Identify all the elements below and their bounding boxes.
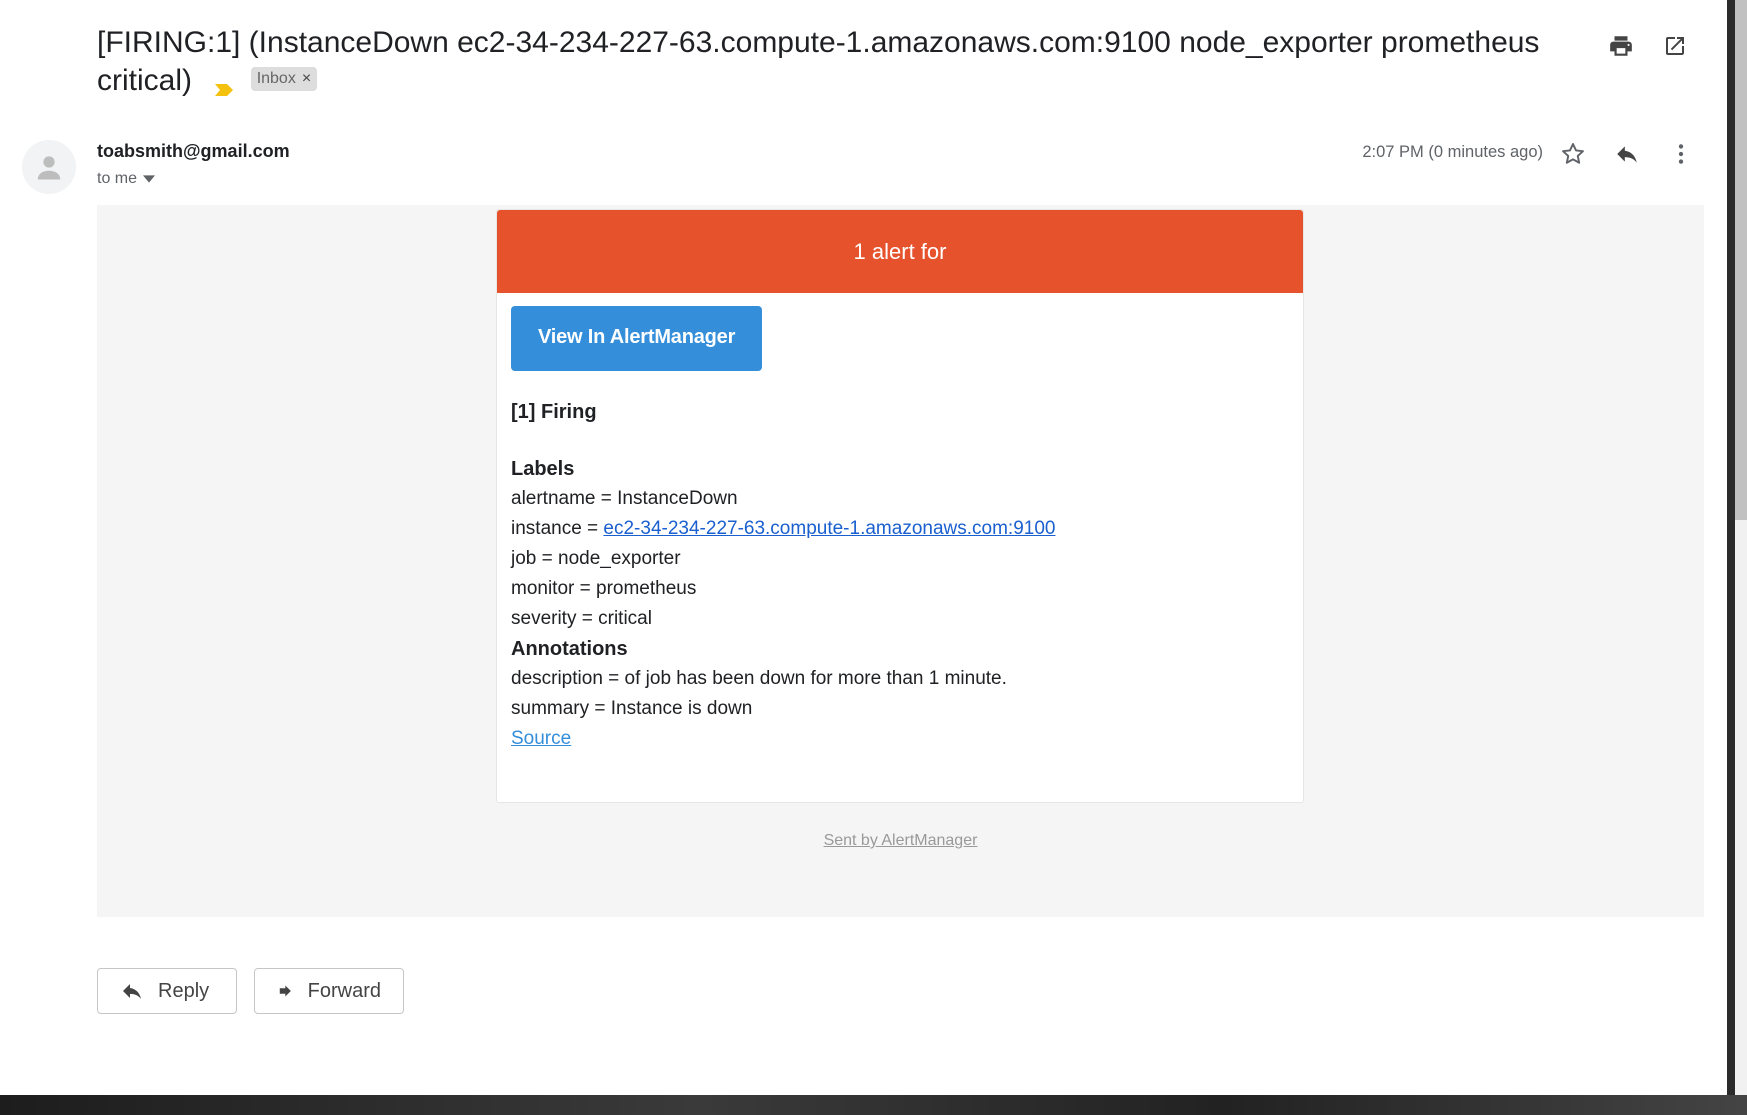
more-vert-icon[interactable]	[1665, 138, 1697, 170]
alert-header: 1 alert for	[497, 210, 1303, 293]
dropdown-icon[interactable]	[143, 175, 156, 183]
scrollbar[interactable]	[1735, 0, 1747, 1095]
annotation-description: description = of job has been down for m…	[511, 668, 1007, 689]
label-instance-prefix: instance =	[511, 518, 604, 539]
importance-marker-icon[interactable]	[214, 72, 234, 97]
open-in-new-window-icon[interactable]	[1659, 30, 1691, 62]
instance-link[interactable]: ec2-34-234-227-63.compute-1.amazonaws.co…	[603, 518, 1055, 539]
alert-content: View In AlertManager [1] Firing Labels a…	[497, 293, 1303, 767]
view-in-alertmanager-button[interactable]: View In AlertManager	[511, 306, 763, 371]
forward-icon	[279, 985, 291, 997]
remove-label-button[interactable]: ×	[302, 69, 311, 89]
labels-section: Labels alertname = InstanceDown instance…	[511, 454, 1289, 754]
alert-card: 1 alert for View In AlertManager [1] Fir…	[496, 209, 1304, 803]
label-severity: severity = critical	[511, 608, 652, 629]
reply-button[interactable]: Reply	[97, 968, 237, 1014]
labels-title: Labels	[511, 458, 575, 480]
recipient-text: to me	[97, 170, 138, 187]
email-view: [FIRING:1] (InstanceDown ec2-34-234-227-…	[0, 0, 1727, 1095]
reply-label: Reply	[158, 979, 210, 1002]
sender-avatar[interactable]	[22, 140, 76, 194]
desktop-strip	[0, 1095, 1747, 1115]
label-job: job = node_exporter	[511, 548, 681, 569]
scrollbar-thumb[interactable]	[1735, 0, 1747, 520]
forward-label: Forward	[307, 979, 381, 1002]
print-icon[interactable]	[1605, 30, 1637, 62]
message-actions	[1557, 138, 1697, 170]
annotations-title: Annotations	[511, 638, 628, 660]
sender-email[interactable]: toabsmith@gmail.com	[97, 141, 290, 162]
inbox-label-chip: Inbox ×	[250, 67, 318, 92]
inbox-label-text: Inbox	[256, 70, 296, 88]
message-time: 2:07 PM (0 minutes ago)	[1362, 143, 1543, 161]
star-icon[interactable]	[1557, 138, 1589, 170]
label-alertname: alertname = InstanceDown	[511, 488, 738, 509]
sent-by-footer: Sent by AlertManager	[97, 832, 1704, 850]
avatar-icon	[37, 156, 61, 180]
firing-count: [1] Firing	[511, 401, 597, 423]
reply-icon[interactable]	[1611, 138, 1643, 170]
subject-actions	[1605, 30, 1691, 62]
annotation-summary: summary = Instance is down	[511, 698, 753, 719]
reply-icon	[123, 984, 141, 999]
email-subject: [FIRING:1] (InstanceDown ec2-34-234-227-…	[97, 24, 1557, 100]
label-monitor: monitor = prometheus	[511, 578, 697, 599]
forward-button[interactable]: Forward	[254, 968, 404, 1014]
label-instance: instance = ec2-34-234-227-63.compute-1.a…	[511, 514, 1289, 544]
source-link[interactable]: Source	[511, 724, 571, 754]
email-body: 1 alert for View In AlertManager [1] Fir…	[97, 205, 1704, 917]
recipient-details[interactable]: to me	[97, 170, 156, 188]
sent-by-link[interactable]: Sent by AlertManager	[824, 832, 978, 849]
reply-forward-bar: Reply Forward	[97, 968, 404, 1014]
